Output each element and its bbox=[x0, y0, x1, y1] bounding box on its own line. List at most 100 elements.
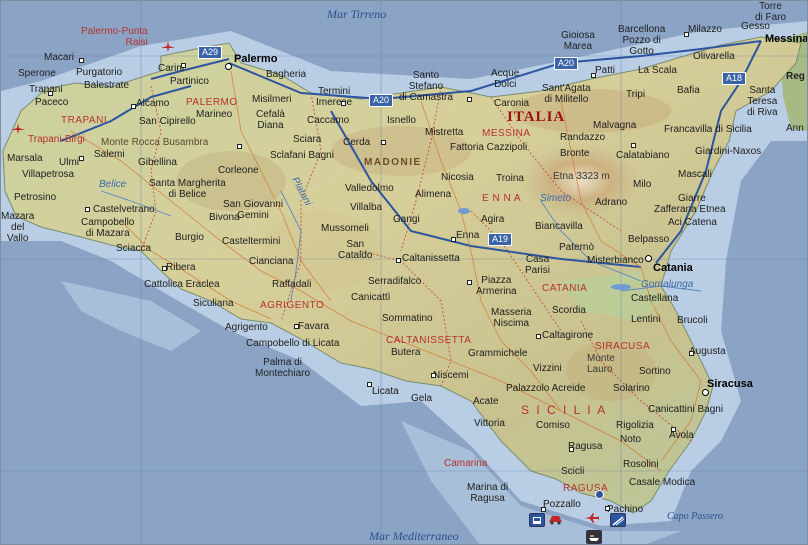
town-label: Villapetrosa bbox=[22, 169, 75, 180]
town-label: Sommatino bbox=[382, 313, 433, 324]
town-label: Tripi bbox=[626, 89, 646, 100]
island-label: S I C I L I A bbox=[521, 403, 608, 417]
town-marker[interactable] bbox=[671, 427, 676, 432]
city-marker-siracusa[interactable] bbox=[702, 389, 709, 396]
city-marker-catania[interactable] bbox=[645, 255, 652, 262]
town-label: Solarino bbox=[613, 383, 650, 394]
town-label: Olivarella bbox=[693, 51, 735, 62]
town-marker[interactable] bbox=[381, 140, 386, 145]
bus-station-icon[interactable] bbox=[529, 513, 545, 527]
town-label: Agrigento bbox=[225, 322, 268, 333]
railway-icon[interactable] bbox=[610, 513, 626, 527]
town-label: Acque Dolci bbox=[491, 68, 520, 90]
airport-palermo-punta-raisi: Palermo-Punta Raisi bbox=[81, 26, 148, 48]
town-marker[interactable] bbox=[294, 324, 299, 329]
ferry-icon[interactable] bbox=[586, 530, 602, 544]
town-marker[interactable] bbox=[431, 373, 436, 378]
town-label: Castelvetrano bbox=[93, 204, 155, 215]
town-marker[interactable] bbox=[689, 351, 694, 356]
town-label: Partinico bbox=[170, 76, 209, 87]
town-marker[interactable] bbox=[396, 258, 401, 263]
town-label: Cattolica Eraclea bbox=[144, 279, 220, 290]
car-icon[interactable] bbox=[548, 513, 564, 525]
town-marker[interactable] bbox=[341, 101, 346, 106]
town-marker[interactable] bbox=[48, 91, 53, 96]
etna-label: Etna 3323 m bbox=[553, 171, 610, 182]
sicily-map[interactable]: Mar Tirreno Mar Mediterraneo ITALIA S I … bbox=[0, 0, 808, 545]
town-label: Mussomeli bbox=[321, 223, 369, 234]
town-marker[interactable] bbox=[237, 144, 242, 149]
town-label: San Cipirello bbox=[139, 116, 196, 127]
city-marker-palermo[interactable] bbox=[225, 63, 232, 70]
town-label: Scordia bbox=[552, 305, 586, 316]
town-label: Burgio bbox=[175, 232, 204, 243]
town-marker[interactable] bbox=[131, 104, 136, 109]
town-label: Zafferana Etnea bbox=[654, 204, 726, 215]
town-label: Termini Imerese bbox=[316, 86, 353, 108]
road-shield: A18 bbox=[722, 72, 747, 85]
town-label: Serradifalco bbox=[368, 276, 422, 287]
town-label: Brucoli bbox=[677, 315, 708, 326]
town-label: Adrano bbox=[595, 197, 628, 208]
town-marker[interactable] bbox=[467, 97, 472, 102]
city-catania[interactable]: Catania bbox=[653, 263, 693, 274]
town-label: Casteltermini bbox=[222, 236, 281, 247]
town-label: Marineo bbox=[196, 109, 233, 120]
town-label: San Giovanni Gemini bbox=[223, 199, 284, 221]
town-label: Raffadali bbox=[272, 279, 312, 290]
town-marker[interactable] bbox=[367, 382, 372, 387]
town-label: Valledolmo bbox=[345, 183, 394, 194]
town-marker[interactable] bbox=[569, 447, 574, 452]
town-label: Masseria Niscima bbox=[491, 307, 532, 329]
town-label: Gioiosa Marea bbox=[561, 30, 595, 52]
town-label: Gangi bbox=[393, 214, 420, 225]
town-label: Bagheria bbox=[266, 69, 307, 80]
town-label: Gela bbox=[411, 393, 433, 404]
town-label: Sortino bbox=[639, 366, 671, 377]
town-marker[interactable] bbox=[631, 143, 636, 148]
airport-icon[interactable] bbox=[11, 123, 25, 135]
town-label: Belpasso bbox=[628, 234, 670, 245]
town-marker[interactable] bbox=[181, 63, 186, 68]
town-label: Santo Stefano di Camastra bbox=[399, 70, 453, 103]
town-label: Alcamo bbox=[136, 98, 170, 109]
town-label: Scicli bbox=[561, 466, 585, 477]
town-label: Favara bbox=[298, 321, 330, 332]
town-label: Cefalà Diana bbox=[256, 109, 285, 131]
town-marker[interactable] bbox=[467, 280, 472, 285]
city-messina[interactable]: Messina bbox=[765, 34, 807, 45]
town-label: Isnello bbox=[387, 115, 416, 126]
town-label: Villalba bbox=[350, 202, 383, 213]
town-marker[interactable] bbox=[85, 207, 90, 212]
town-label: Purgatorio bbox=[76, 67, 123, 78]
province-catania: CATANIA bbox=[542, 283, 588, 294]
town-marker[interactable] bbox=[79, 58, 84, 63]
town-marker[interactable] bbox=[684, 32, 689, 37]
city-siracusa[interactable]: Siracusa bbox=[707, 379, 753, 390]
town-marker[interactable] bbox=[536, 334, 541, 339]
province-enna: E N N A bbox=[482, 193, 522, 204]
plane-icon[interactable] bbox=[584, 512, 600, 524]
town-label: Augusta bbox=[689, 346, 726, 357]
airport-icon[interactable] bbox=[161, 41, 175, 53]
town-label: Cianciana bbox=[249, 256, 294, 267]
town-marker[interactable] bbox=[162, 266, 167, 271]
town-label: Santa Margherita di Belice bbox=[149, 178, 226, 200]
town-label: Nicosia bbox=[441, 172, 474, 183]
town-label: Marsala bbox=[7, 153, 43, 164]
capo-passero-label: Capo Passero bbox=[667, 511, 724, 522]
town-label: Rigolizia bbox=[616, 420, 654, 431]
town-marker[interactable] bbox=[591, 73, 596, 78]
town-label: Mistretta bbox=[425, 127, 464, 138]
sea-label-mediterraneo: Mar Mediterraneo bbox=[369, 529, 459, 543]
town-label: Giardini-Naxos bbox=[695, 146, 762, 157]
town-marker[interactable] bbox=[79, 156, 84, 161]
town-marker[interactable] bbox=[541, 507, 546, 512]
city-palermo[interactable]: Palermo bbox=[234, 54, 277, 65]
town-label: Rosolini bbox=[623, 459, 659, 470]
town-marker[interactable] bbox=[605, 506, 610, 511]
town-label: Licata bbox=[372, 386, 399, 397]
town-label: Bronte bbox=[560, 148, 590, 159]
town-marker[interactable] bbox=[451, 237, 456, 242]
location-marker[interactable] bbox=[595, 490, 604, 499]
